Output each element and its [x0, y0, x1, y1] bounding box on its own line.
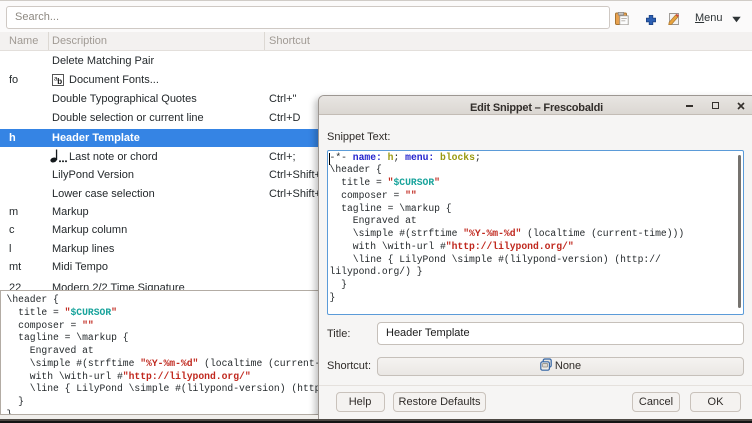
svg-text:b: b: [57, 77, 62, 86]
